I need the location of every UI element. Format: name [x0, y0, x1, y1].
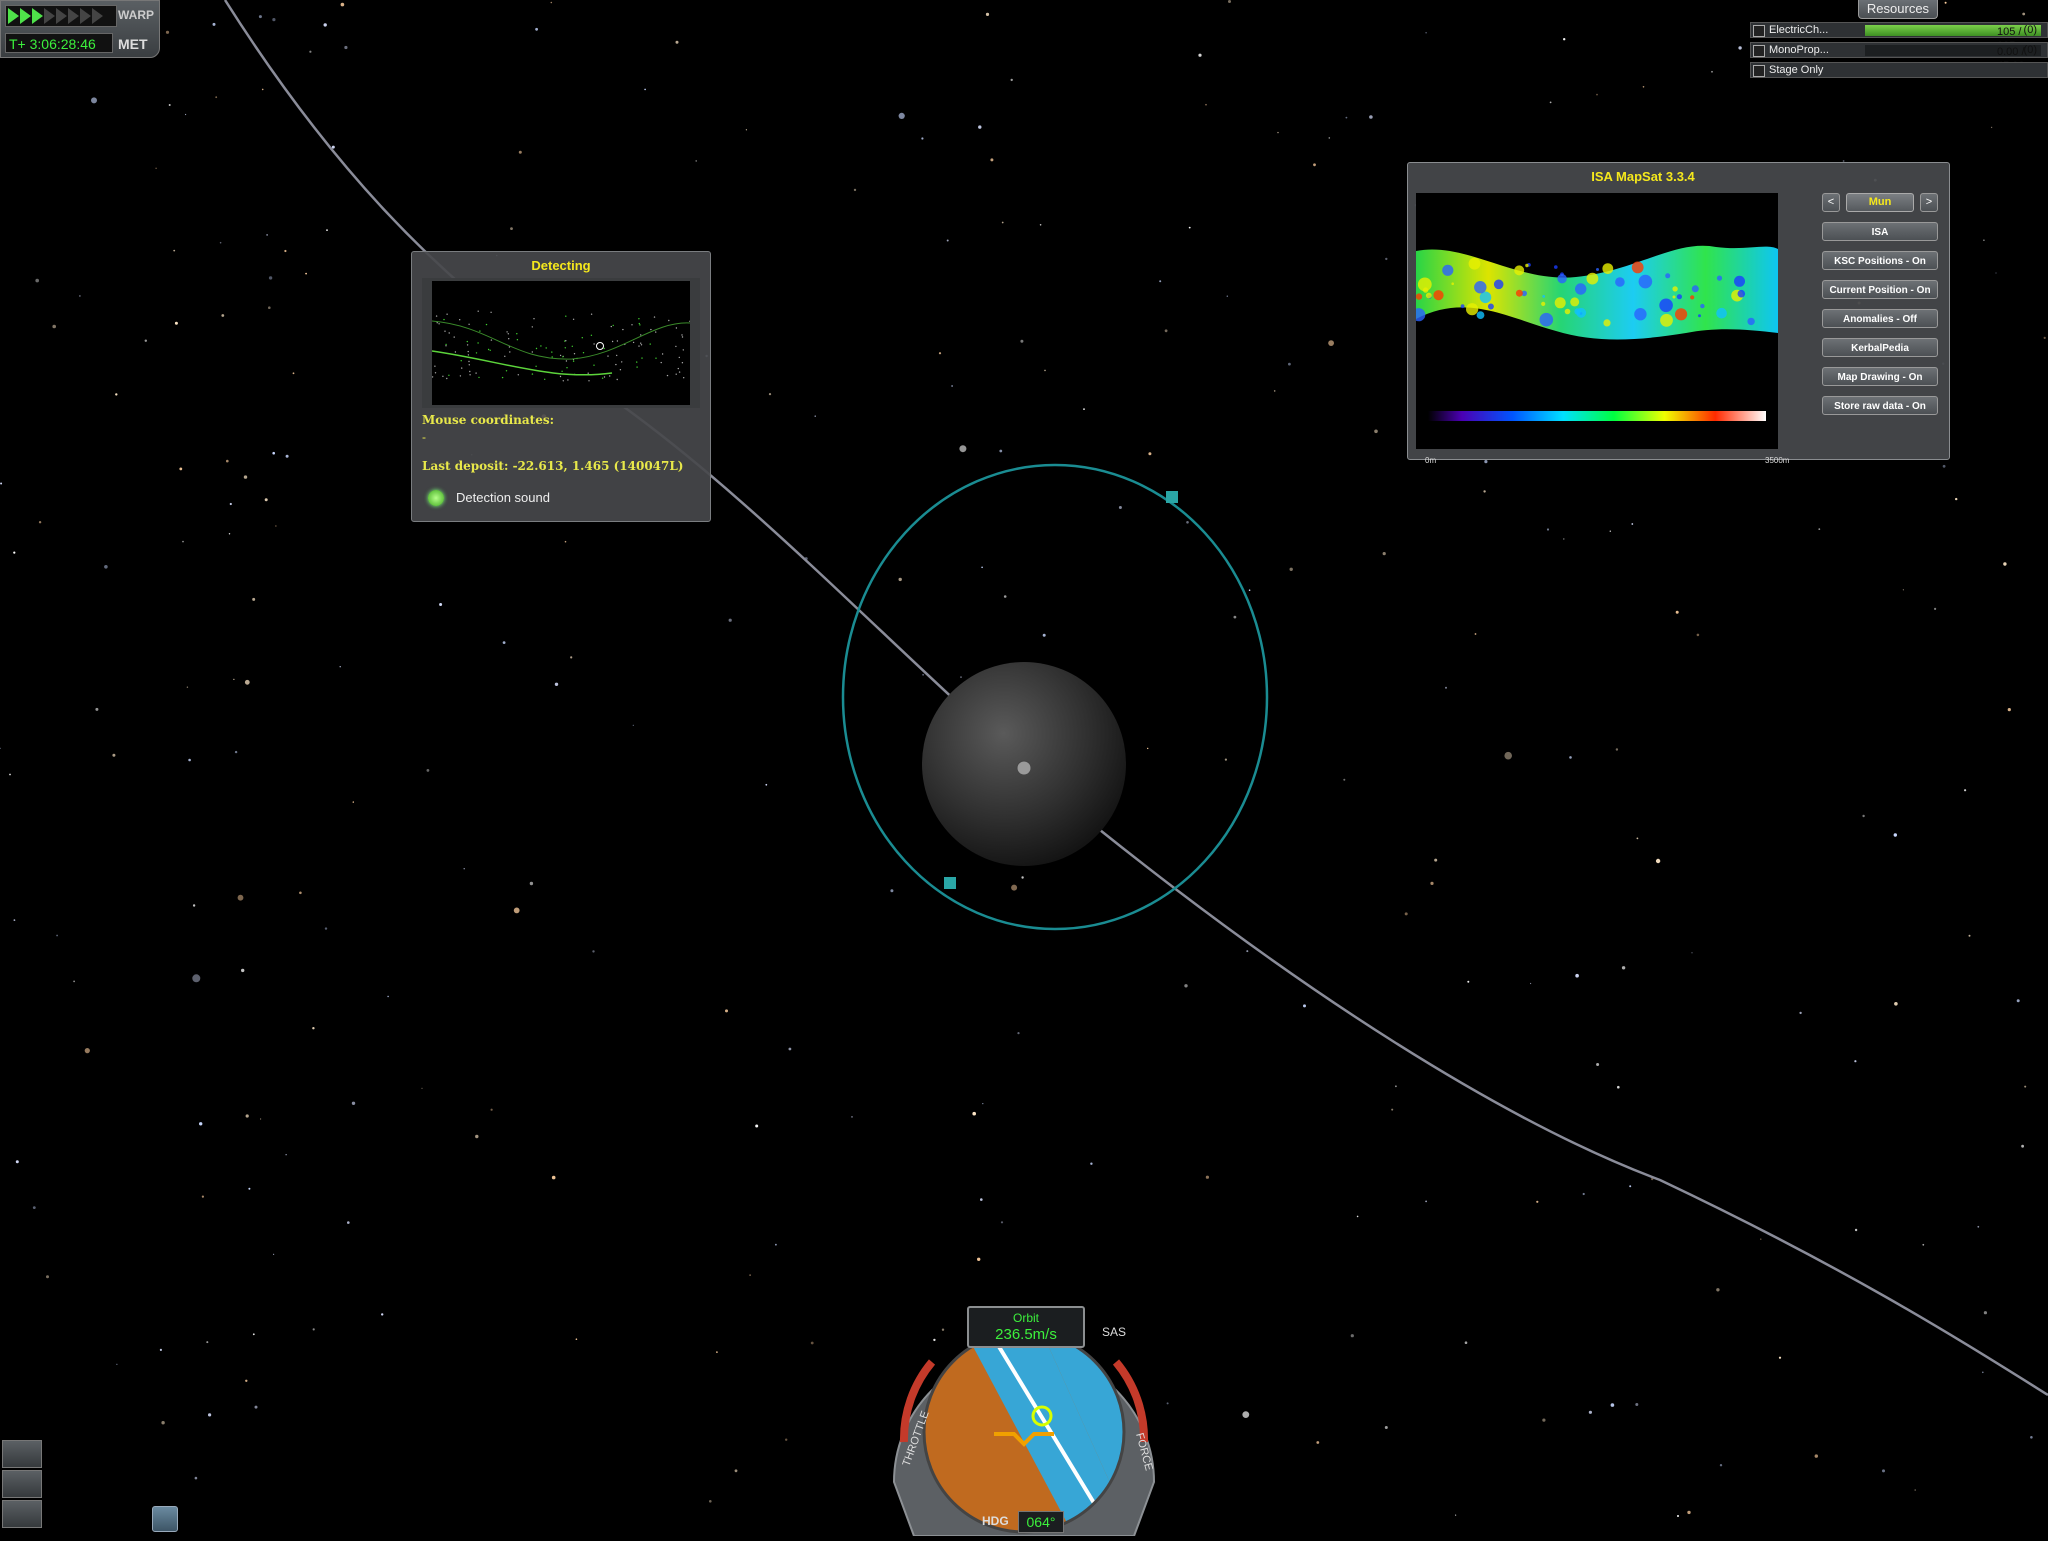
warp-label: WARP	[118, 8, 154, 22]
resource-checkbox[interactable]	[1753, 65, 1765, 77]
warp-arrow-icon[interactable]	[56, 8, 67, 24]
speed-value: 236.5m/s	[995, 1326, 1057, 1343]
resource-name: Stage Only	[1769, 64, 1824, 76]
warp-arrow-icon[interactable]	[8, 8, 19, 24]
resource-bar: 105 / 105	[1865, 25, 2041, 52]
staging-mode-icon[interactable]	[2, 1440, 42, 1468]
resource-row[interactable]: ElectricCh... 105 / 105(0)	[1750, 22, 2048, 52]
map-mode-icon[interactable]	[2, 1500, 42, 1528]
mouse-coordinates-label: Mouse coordinates:	[422, 413, 555, 427]
warp-arrow-icon[interactable]	[80, 8, 91, 24]
resource-checkbox[interactable]	[1753, 25, 1765, 37]
warp-arrow-icon[interactable]	[20, 8, 31, 24]
warp-arrow-icon[interactable]	[32, 8, 43, 24]
resource-checkbox[interactable]	[1753, 45, 1765, 57]
crew-portrait-icon[interactable]	[152, 1506, 178, 1532]
sas-label[interactable]: SAS	[1102, 1325, 1126, 1339]
resource-rate: (0)	[2023, 44, 2037, 56]
mapsat-window[interactable]: ISA MapSat 3.3.4 0m 3500m < Mun > ISA KS…	[1407, 162, 1950, 465]
met-label: MET	[118, 36, 148, 52]
docking-mode-icon[interactable]	[2, 1470, 42, 1498]
legend-min-label: 0m	[1425, 456, 1437, 465]
last-deposit-text: Last deposit: -22.613, 1.465 (140047L)	[422, 459, 684, 473]
warp-arrow-icon[interactable]	[44, 8, 55, 24]
warp-arrow-icon[interactable]	[68, 8, 79, 24]
warp-rate-indicator[interactable]	[5, 5, 117, 27]
apoapsis-marker-icon[interactable]	[944, 877, 956, 889]
mapsat-option-button[interactable]: Anomalies - Off	[1822, 309, 1938, 328]
mouse-coordinates-value: -	[422, 430, 426, 444]
prev-body-button[interactable]: <	[1822, 193, 1840, 212]
periapsis-marker-icon[interactable]	[1166, 491, 1178, 503]
met-clock: T+ 3:06:28:46	[5, 33, 113, 53]
detection-sound-label: Detection sound	[456, 490, 550, 505]
window-title: Detecting	[531, 258, 591, 273]
speed-display[interactable]: Orbit 236.5m/s	[967, 1306, 1085, 1348]
vessel-marker-icon[interactable]	[1016, 760, 1032, 776]
resource-rate: (0)	[2023, 24, 2037, 36]
heading-label: HDG	[982, 1514, 1009, 1528]
heading-value: 064°	[1018, 1511, 1064, 1533]
resource-name: ElectricCh...	[1769, 24, 1829, 36]
resource-name: MonoProp...	[1769, 44, 1829, 56]
resource-row[interactable]: MonoProp... 0.00 / 45.00(0)	[1750, 42, 2048, 72]
altimetry-map[interactable]: 0m 3500m	[1416, 193, 1789, 465]
mapsat-option-button[interactable]: KSC Positions - On	[1822, 251, 1938, 270]
detection-sound-toggle[interactable]	[428, 490, 444, 506]
next-body-button[interactable]: >	[1920, 193, 1938, 212]
window-title: ISA MapSat 3.3.4	[1591, 169, 1695, 184]
warp-arrow-icon[interactable]	[92, 8, 103, 24]
body-selector[interactable]: Mun	[1846, 193, 1914, 212]
resource-row[interactable]: Stage Only	[1750, 62, 2048, 78]
detection-map[interactable]	[422, 278, 700, 408]
time-warp-panel: WARP T+ 3:06:28:46 MET	[0, 0, 160, 58]
mapsat-option-button[interactable]: ISA	[1822, 222, 1938, 241]
mapsat-option-button[interactable]: Current Position - On	[1822, 280, 1938, 299]
resource-bar: 0.00 / 45.00	[1865, 45, 2041, 72]
mapsat-option-button[interactable]: Map Drawing - On	[1822, 367, 1938, 386]
heading-display: HDG 064°	[976, 1511, 1066, 1533]
mapsat-option-button[interactable]: KerbalPedia	[1822, 338, 1938, 357]
mapsat-option-button[interactable]: Store raw data - On	[1822, 396, 1938, 415]
legend-max-label: 3500m	[1765, 456, 1790, 465]
resources-tab[interactable]: Resources	[1858, 0, 1938, 19]
speed-mode-label: Orbit	[1012, 1311, 1039, 1325]
detecting-window[interactable]: Detecting Mouse coordinates: - Last depo…	[411, 251, 711, 522]
color-legend-bar	[1428, 411, 1766, 421]
